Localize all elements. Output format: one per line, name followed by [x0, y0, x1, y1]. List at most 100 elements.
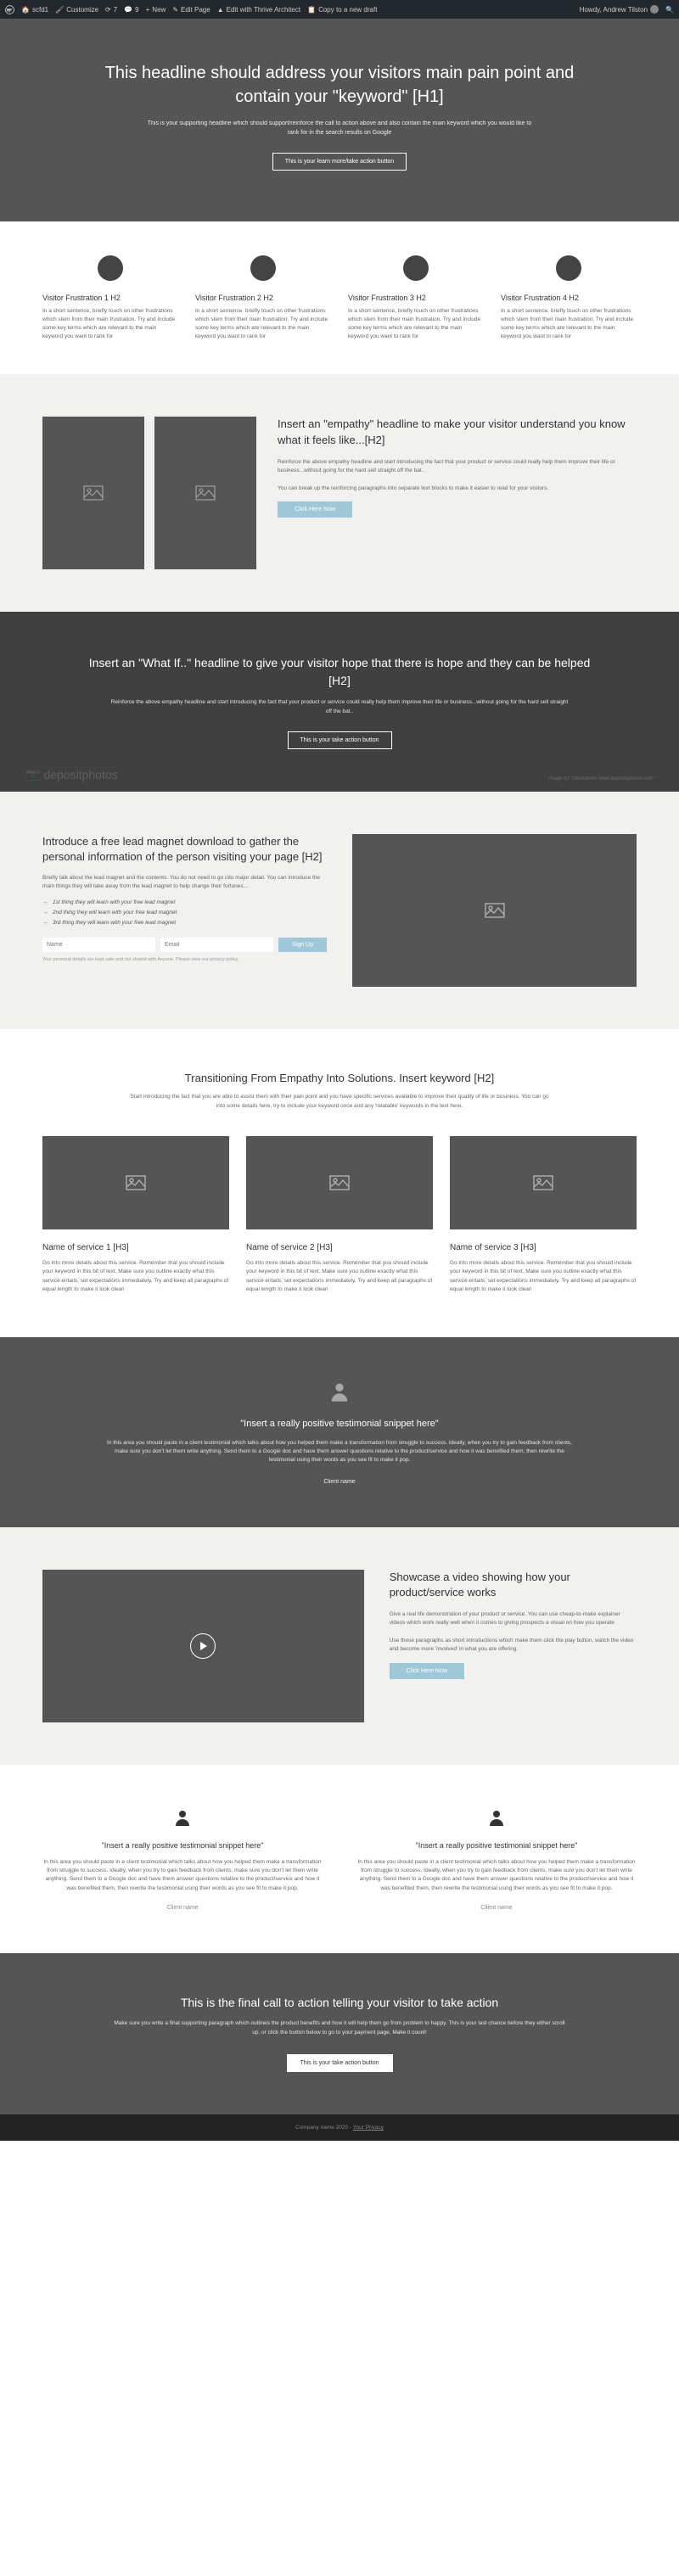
service-card-2: Name of service 2 [H3] Go into more detai…: [246, 1136, 433, 1295]
testimonial-text: In this area you should paste in a clien…: [356, 1858, 637, 1894]
testimonial-section: "Insert a really positive testimonial sn…: [0, 1337, 679, 1527]
frustration-3: Visitor Frustration 3 H2 In a short sente…: [348, 255, 484, 340]
image-placeholder-icon: [195, 485, 216, 501]
lead-magnet-section: Introduce a free lead magnet download to…: [0, 792, 679, 1029]
privacy-link[interactable]: Your Privacy: [353, 2125, 384, 2131]
new-link[interactable]: + New: [146, 6, 166, 14]
testimonial-quote: "Insert a really positive testimonial sn…: [85, 1419, 594, 1429]
frustration-1: Visitor Frustration 1 H2 In a short sente…: [42, 255, 178, 340]
service-card-1: Name of service 1 [H3] Go into more detai…: [42, 1136, 229, 1295]
whatif-headline: Insert an "What If.." headline to give y…: [85, 654, 594, 690]
frustration-text: In a short sentence, briefly touch on ot…: [501, 307, 637, 340]
play-button-icon[interactable]: [190, 1633, 216, 1659]
frustration-heading: Visitor Frustration 2 H2: [195, 294, 331, 302]
edit-page-link[interactable]: ✎ Edit Page: [172, 6, 210, 14]
person-icon: [172, 1807, 193, 1828]
hero-cta-button[interactable]: This is your learn more/take action butt…: [272, 153, 407, 171]
service-image: [450, 1136, 637, 1229]
frustration-2: Visitor Frustration 2 H2 In a short sente…: [195, 255, 331, 340]
service-text: Go into more details about this service.…: [246, 1259, 433, 1295]
testimonial-name: Client name: [85, 1479, 594, 1485]
service-image: [42, 1136, 229, 1229]
video-section: Showcase a video showing how your produc…: [0, 1527, 679, 1765]
avatar-icon: [650, 5, 659, 14]
testimonial-text: In this area you should paste in a clien…: [42, 1858, 323, 1894]
image-placeholder-icon: [126, 1175, 146, 1190]
comments-link[interactable]: 💬 9: [124, 6, 138, 14]
signup-button[interactable]: Sign Up: [278, 938, 327, 952]
image-placeholder-icon: [329, 1175, 350, 1190]
final-cta-section: This is the final call to action telling…: [0, 1953, 679, 2114]
frustration-icon: [98, 255, 123, 281]
name-input[interactable]: [42, 938, 155, 952]
service-text: Go into more details about this service.…: [450, 1259, 637, 1295]
leadmag-list: 1st thing they will learn with your free…: [42, 898, 327, 927]
person-icon: [328, 1380, 351, 1403]
search-icon[interactable]: 🔍: [665, 6, 674, 14]
image-placeholder-icon: [485, 903, 505, 918]
frustration-text: In a short sentence, briefly touch on ot…: [195, 307, 331, 340]
howdy-user[interactable]: Howdy, Andrew Tilston: [580, 5, 659, 14]
hero-headline: This headline should address your visito…: [85, 61, 594, 109]
leadmag-text: Briefly talk about the lead magnet and t…: [42, 874, 327, 892]
testimonial-name: Client name: [42, 1905, 323, 1911]
frustration-heading: Visitor Frustration 4 H2: [501, 294, 637, 302]
empathy-p2: You can break up the reinforcing paragra…: [278, 484, 637, 493]
page-footer: Company name 2020 - Your Privacy: [0, 2114, 679, 2141]
testimonial-quote: "Insert a really positive testimonial sn…: [356, 1841, 637, 1850]
frustration-icon: [403, 255, 429, 281]
image-placeholder-icon: [533, 1175, 553, 1190]
testimonial-col-2: "Insert a really positive testimonial sn…: [356, 1807, 637, 1912]
solutions-intro: Start introducing the fact that you are …: [127, 1093, 552, 1111]
frustration-heading: Visitor Frustration 1 H2: [42, 294, 178, 302]
frustrations-section: Visitor Frustration 1 H2 In a short sente…: [0, 221, 679, 374]
service-card-3: Name of service 3 [H3]Go into more detai…: [450, 1136, 637, 1295]
frustration-text: In a short sentence, briefly touch on ot…: [42, 307, 178, 340]
thrive-link[interactable]: ▲ Edit with Thrive Architect: [217, 6, 300, 14]
site-name[interactable]: 🏠 scfd1: [21, 6, 48, 14]
testimonial-text: In this area you should paste in a clien…: [102, 1439, 577, 1465]
solutions-headline: Transitioning From Empathy Into Solution…: [42, 1072, 637, 1084]
video-cta-button[interactable]: Click Here Now: [390, 1663, 464, 1679]
empathy-cta-button[interactable]: Click Here Now: [278, 501, 352, 518]
solutions-section: Transitioning From Empathy Into Solution…: [0, 1029, 679, 1336]
video-player[interactable]: [42, 1570, 364, 1722]
empathy-headline: Insert an "empathy" headline to make you…: [278, 417, 637, 447]
frustration-heading: Visitor Frustration 3 H2: [348, 294, 484, 302]
email-input[interactable]: [160, 938, 273, 952]
whatif-text: Reinforce the above empathy headline and…: [110, 698, 569, 716]
service-image: [246, 1136, 433, 1229]
customize-link[interactable]: 🖌 Customize: [55, 6, 98, 14]
frustration-text: In a short sentence, briefly touch on ot…: [348, 307, 484, 340]
service-title: Name of service 1 [H3]: [42, 1243, 229, 1252]
wp-admin-bar: 🏠 scfd1 🖌 Customize ⟳ 7 💬 9 + New ✎ Edit…: [0, 0, 679, 19]
whatif-section: Insert an "What If.." headline to give y…: [0, 612, 679, 792]
updates-link[interactable]: ⟳ 7: [105, 6, 117, 14]
dual-testimonial-section: "Insert a really positive testimonial sn…: [0, 1765, 679, 1954]
hero-section: This headline should address your visito…: [0, 19, 679, 221]
hero-subhead: This is your supporting headline which s…: [144, 119, 535, 137]
final-cta-button[interactable]: This is your take action button: [287, 2054, 393, 2072]
frustration-icon: [250, 255, 276, 281]
service-text: Go into more details about this service.…: [42, 1259, 229, 1295]
service-title: Name of service 2 [H3]: [246, 1243, 433, 1252]
frustration-icon: [556, 255, 581, 281]
testimonial-quote: "Insert a really positive testimonial sn…: [42, 1841, 323, 1850]
empathy-image-2: [154, 417, 256, 569]
final-cta-headline: This is the final call to action telling…: [85, 1996, 594, 2009]
video-p1: Give a real life demonstration of your p…: [390, 1610, 637, 1628]
wp-logo[interactable]: [5, 5, 14, 14]
video-headline: Showcase a video showing how your produc…: [390, 1570, 637, 1600]
leadmag-item: 3rd thing they will learn with your free…: [42, 918, 327, 928]
frustration-4: Visitor Frustration 4 H2 In a short sente…: [501, 255, 637, 340]
signup-form: Sign Up: [42, 938, 327, 952]
person-icon: [486, 1807, 507, 1828]
leadmag-image: [352, 834, 637, 987]
leadmag-headline: Introduce a free lead magnet download to…: [42, 834, 327, 865]
copy-draft-link[interactable]: 📋 Copy to a new draft: [307, 6, 377, 14]
stock-id: Image ID: 338308940 www.depositphotos.co…: [548, 776, 654, 781]
leadmag-item: 1st thing they will learn with your free…: [42, 898, 327, 908]
whatif-cta-button[interactable]: This is your take action button: [288, 731, 392, 749]
testimonial-col-1: "Insert a really positive testimonial sn…: [42, 1807, 323, 1912]
video-p2: Use these paragraphs as short introducti…: [390, 1637, 637, 1655]
